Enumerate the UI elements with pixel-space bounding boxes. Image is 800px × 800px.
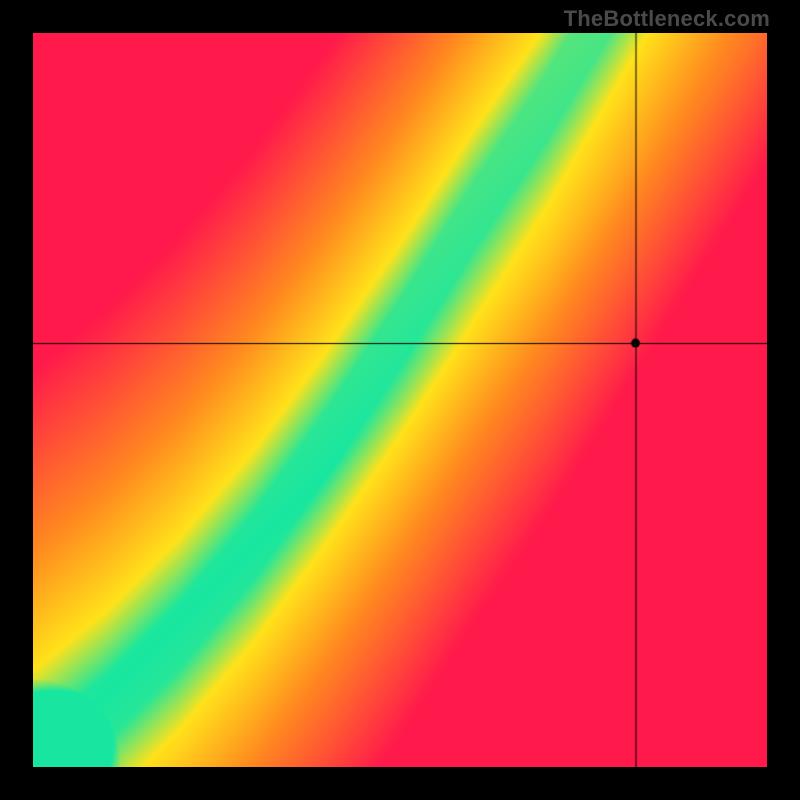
watermark-text: TheBottleneck.com	[564, 6, 770, 32]
bottleneck-heatmap	[33, 33, 767, 767]
chart-frame: TheBottleneck.com	[0, 0, 800, 800]
